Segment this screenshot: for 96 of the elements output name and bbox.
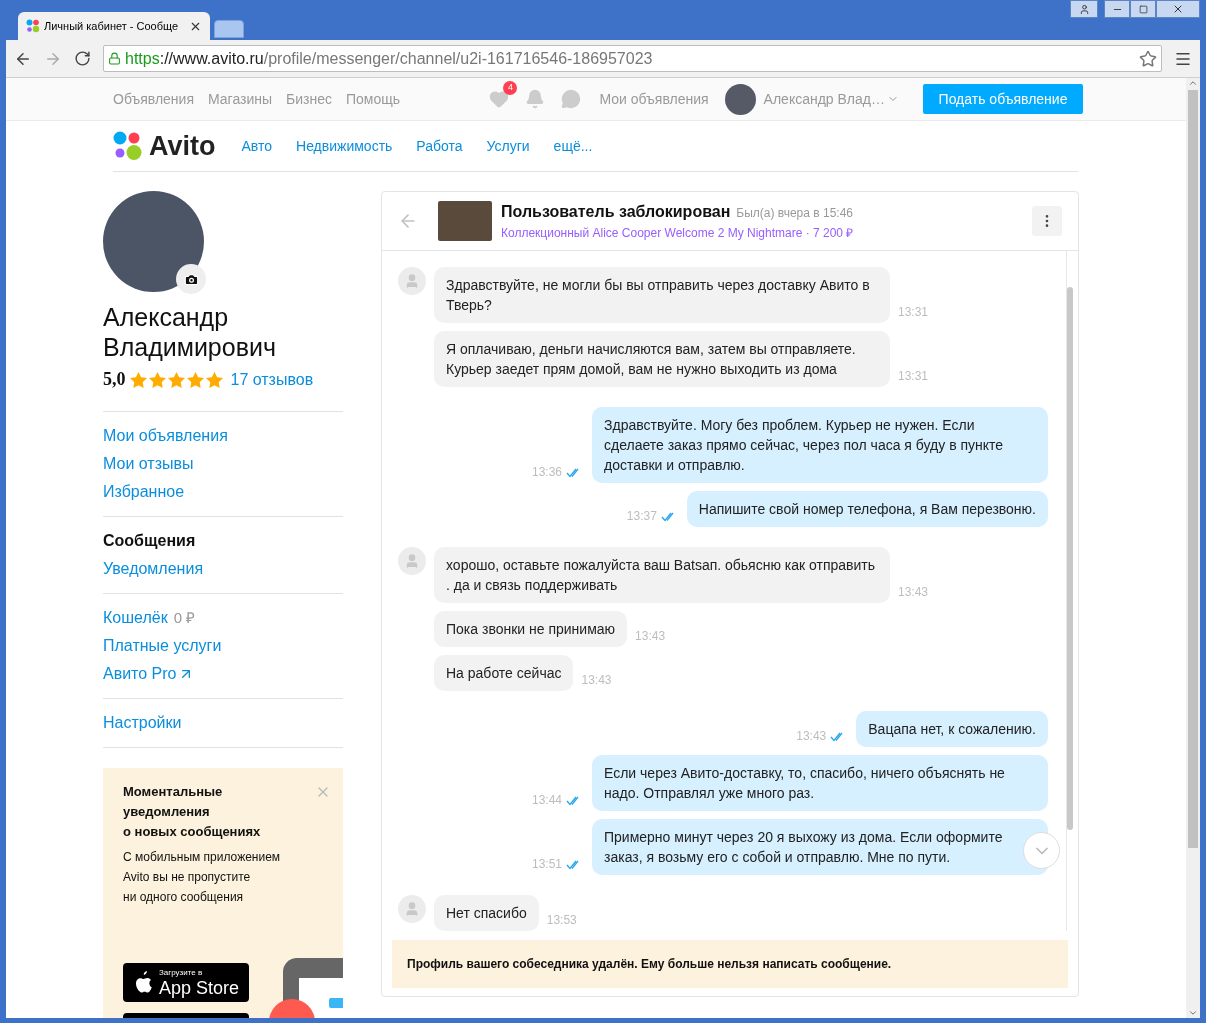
star-icon [129,371,147,388]
camera-button[interactable] [176,264,206,294]
reviews-link[interactable]: 17 отзывов [230,367,314,392]
more-button[interactable] [1032,206,1062,236]
promo-title: о новых сообщениях [123,823,262,841]
notification-badge: 4 [503,81,518,95]
camera-icon [183,271,199,287]
logo-text: Avito [149,129,216,163]
category-link[interactable]: ещё... [553,135,593,157]
lock-icon [108,52,121,65]
scroll-down-icon[interactable] [1188,1008,1198,1018]
message-time: 13:31 [898,368,929,385]
maximize-icon [1138,4,1148,14]
message-bubble: На работе сейчас [434,655,574,691]
rating-value: 5,0 [103,368,126,391]
profile-name: Александр Владимирович [103,302,277,362]
message-time: 13:43 [635,628,666,645]
store-name: App Store [158,977,239,998]
chat-title: Пользователь заблокирован [501,202,731,222]
message-time: 13:43 [796,728,827,745]
star-icon [167,371,185,388]
user-menu-link[interactable]: Александр Влад… [763,88,885,110]
close-button[interactable] [1156,0,1200,18]
category-link[interactable]: Услуги [486,135,530,157]
apple-logo-icon [133,970,153,995]
store-caption: Загрузите в [158,967,204,978]
minimize-button[interactable] [1104,0,1130,18]
promo-text: С мобильным приложением [123,849,282,866]
user-avatar-placeholder [724,83,756,115]
browser-tab[interactable]: Личный кабинет - Сообще [18,12,210,40]
sidebar-menu-item[interactable]: Авито Pro [103,662,177,686]
reload-icon[interactable] [74,50,91,67]
sidebar-menu-item[interactable]: Мои объявления [103,424,228,448]
close-icon [1172,3,1184,15]
top-nav-link[interactable]: Объявления [113,88,194,110]
app-store-button[interactable]: Загрузите в App Store [123,963,249,1002]
bell-icon[interactable] [525,89,546,109]
message-bubble: Пока звонки не принимаю [434,611,628,647]
category-link[interactable]: Работа [416,135,463,157]
heart-icon[interactable] [489,89,510,109]
user-button[interactable] [1070,0,1098,18]
message-bubble: Здравствуйте, не могли бы вы отправить через доставку Авито в Тверь? [434,267,890,323]
address-bar[interactable]: https://www.avito.ru/profile/messenger/channel/u2i-161716546-186957023 [103,45,1162,72]
notice-banner: Профиль вашего собеседника удалён. Ему больше нельзя написать сообщение. [392,940,1068,988]
sidebar-menu-item[interactable]: Сообщения [103,529,196,553]
star-icon [186,371,204,388]
bookmark-star-icon[interactable] [1139,49,1157,68]
top-nav-link[interactable]: Магазины [208,88,273,110]
message-time: 13:43 [898,584,929,601]
promo-title: Моментальные [123,783,224,801]
message-bubble: Я оплачиваю, деньги начисляются вам, затем вы отправляете. Курьер заедет прям домой, вам не нужно выходить из дома [434,331,890,387]
tab-title: Личный кабинет - Сообще [44,18,180,34]
sidebar-menu-item[interactable]: Настройки [103,711,182,735]
category-link[interactable]: Авто [241,135,272,157]
my-ads-link[interactable]: Мои объявления [599,88,709,110]
logo-icon [113,131,143,161]
promo-text: ни одного сообщения [123,889,245,906]
scroll-up-icon[interactable] [1188,78,1198,88]
maximize-button[interactable] [1130,0,1156,18]
message-bubble: Если через Авито-доставку, то, спасибо, ничего объяснять не надо. Отправлял уже много раз. [592,755,1048,811]
last-seen-text: Был(а) вчера в 15:46 [736,205,854,222]
message-bubble: Нет спасибо [434,895,539,931]
message-time: 13:43 [581,672,612,689]
message-time: 13:53 [546,912,577,929]
message-bubble: Напишите свой номер телефона, я Вам перезвоню. [686,491,1048,527]
promo-title: уведомления [123,803,211,821]
message-bubble: хорошо, оставьте пожалуйста ваш Batsап. обьясню как отправить . да и связь поддерживать [434,547,890,603]
message-time: 13:31 [898,304,929,321]
post-ad-button[interactable]: Подать объявление [923,84,1083,114]
url-text: https://www.avito.ru/profile/messenger/channel/u2i-161716546-186957023 [125,48,654,69]
sidebar-menu-item[interactable]: Уведомления [103,557,204,581]
top-nav-link[interactable]: Бизнес [286,88,332,110]
wallet-balance: 0 ₽ [173,607,196,628]
message-bubble: Вацапа нет, к сожалению. [856,711,1048,747]
sidebar-menu-item[interactable]: Кошелёк [103,606,168,630]
message-time: 13:51 [531,856,562,873]
new-tab-button[interactable] [214,20,244,38]
item-photo-placeholder [438,201,492,241]
message-bubble: Примерно минут через 20 я выхожу из дома. Если оформите заказ, я возьму его с собой и отправлю. Мне по пути. [592,819,1048,875]
user-icon [1078,3,1090,15]
top-nav-link[interactable]: Помощь [346,88,401,110]
sidebar-menu-item[interactable]: Избранное [103,480,185,504]
message-time: 13:44 [531,792,562,809]
message-bubble: Здравствуйте. Могу без проблем. Курьер не нужен. Если сделаете заказ прямо сейчас, через пол часа я буду в пункте доставки и отправлю. [592,407,1048,483]
scrollbar-thumb[interactable] [1188,90,1198,848]
chat-icon[interactable] [561,89,582,109]
star-icon [148,371,166,388]
promo-text: Avito вы не пропустите [123,869,252,886]
message-time: 13:36 [531,464,562,481]
sidebar-menu-item[interactable]: Мои отзывы [103,452,194,476]
logo-icon [26,19,40,33]
item-link[interactable]: Коллекционный Alice Cooper Welcome 2 My Nightmare · 7 200 ₽ [501,224,854,242]
star-icon [205,371,223,388]
sidebar-menu-item[interactable]: Платные услуги [103,634,222,658]
message-time: 13:37 [626,508,657,525]
category-link[interactable]: Недвижимость [296,135,393,157]
